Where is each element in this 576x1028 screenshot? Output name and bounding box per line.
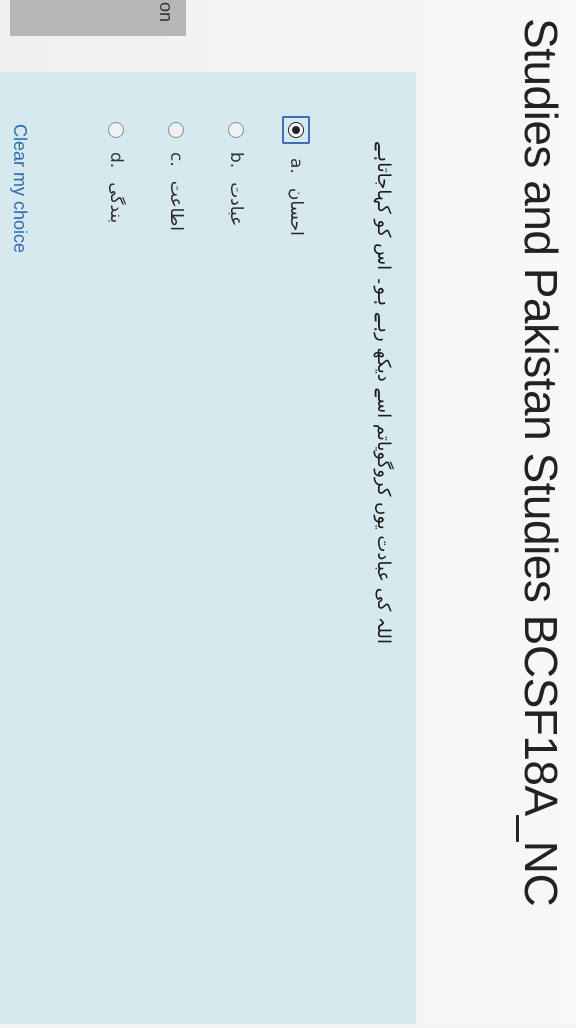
answer-option-c[interactable]: c. اطاعت (146, 122, 206, 382)
screen: on Studies and Pakistan Studies BCSF18A_… (0, 0, 576, 1024)
option-letter: a. (286, 158, 306, 174)
side-block-panel: on (10, 0, 186, 36)
option-label: عبادت (226, 182, 246, 227)
clear-my-choice-link[interactable]: Clear my choice (9, 124, 30, 253)
side-block-text: on (156, 2, 176, 23)
radio-button-a[interactable] (288, 122, 304, 138)
option-label: احسان (286, 187, 306, 236)
question-text: اللہ کی عبادت یوں کروگویاتم اسے دیکھ رہے… (373, 141, 394, 644)
option-letter: b. (226, 152, 246, 169)
radio-button-c[interactable] (168, 122, 184, 138)
question-box: اللہ کی عبادت یوں کروگویاتم اسے دیکھ رہے… (0, 72, 416, 1024)
radio-button-b[interactable] (228, 122, 244, 138)
answer-options: a. احسان b. عبادت c. اطاعت d. بندگی (86, 116, 326, 382)
option-letter: d. (106, 152, 126, 169)
answer-option-d[interactable]: d. بندگی (86, 122, 146, 382)
option-letter: c. (166, 152, 186, 167)
course-title: Studies and Pakistan Studies BCSF18A_NC (515, 18, 567, 907)
focus-ring (282, 116, 310, 144)
option-label: بندگی (106, 182, 126, 224)
answer-option-b[interactable]: b. عبادت (206, 122, 266, 382)
answer-option-a[interactable]: a. احسان (266, 116, 326, 382)
radio-button-d[interactable] (108, 122, 124, 138)
option-label: اطاعت (166, 180, 186, 232)
